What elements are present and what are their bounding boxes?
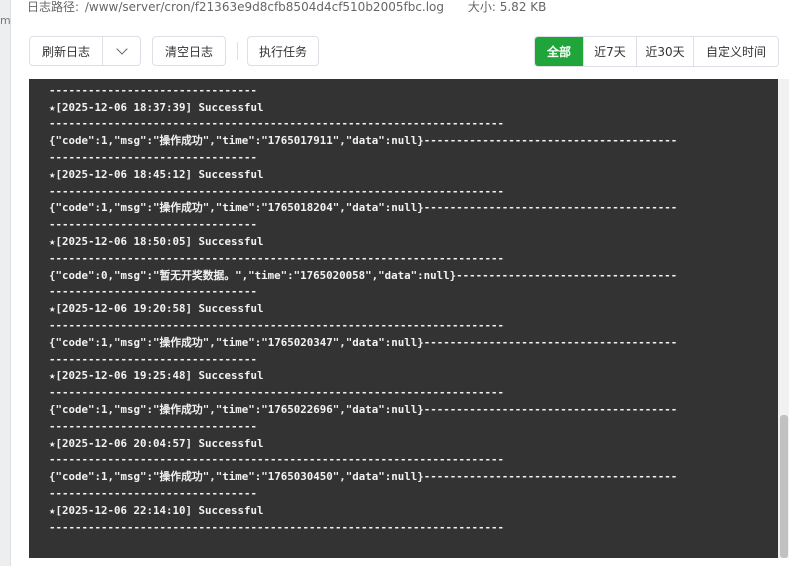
log-line: {"code":1,"msg":"操作成功","time":"176503045… xyxy=(49,470,678,484)
log-size-value: 5.82 KB xyxy=(499,0,547,14)
run-task-button[interactable]: 执行任务 xyxy=(247,36,319,66)
left-sidebar-edge: m xyxy=(0,0,11,566)
log-line: ----------------------------------------… xyxy=(49,520,505,534)
range-7-days-tab[interactable]: 近7天 xyxy=(583,37,636,66)
log-line: -------------------------------- xyxy=(49,486,258,500)
log-line: ★[2025-12-06 22:14:10] Successful xyxy=(49,503,264,517)
log-line: -------------------------------- xyxy=(49,352,258,366)
log-line: -------------------------------- xyxy=(49,285,258,299)
log-content: {"code":0,"msg":"暂无开奖数据。","time":"176501… xyxy=(49,79,769,536)
range-30-days-tab[interactable]: 近30天 xyxy=(636,37,693,66)
refresh-log-button[interactable]: 刷新日志 xyxy=(30,37,103,65)
log-path-label: 日志路径: xyxy=(27,0,80,14)
toolbar-divider xyxy=(237,42,238,60)
log-line: ★[2025-12-06 20:04:57] Successful xyxy=(49,436,264,450)
range-custom-tab[interactable]: 自定义时间 xyxy=(693,37,778,66)
log-scrollbar-thumb[interactable] xyxy=(780,415,788,558)
log-line: ----------------------------------------… xyxy=(49,184,505,198)
log-line: ★[2025-12-06 19:25:48] Successful xyxy=(49,369,264,383)
log-line: {"code":0,"msg":"暂无开奖数据。","time":"176502… xyxy=(49,268,678,282)
chevron-down-icon xyxy=(115,43,128,55)
range-all-tab[interactable]: 全部 xyxy=(535,37,583,66)
log-line: {"code":1,"msg":"操作成功","time":"176501820… xyxy=(49,201,678,215)
log-path-value: /www/server/cron/f21363e9d8cfb8504d4cf51… xyxy=(84,0,445,14)
log-line: {"code":1,"msg":"操作成功","time":"176502269… xyxy=(49,402,678,416)
log-line: ----------------------------------------… xyxy=(49,117,505,131)
log-line: ★[2025-12-06 18:50:05] Successful xyxy=(49,234,264,248)
log-line: ----------------------------------------… xyxy=(49,251,505,265)
refresh-log-split-button: 刷新日志 xyxy=(29,36,141,66)
time-range-filter: 全部 近7天 近30天 自定义时间 xyxy=(534,36,779,67)
log-output-panel[interactable]: {"code":0,"msg":"暂无开奖数据。","time":"176501… xyxy=(29,79,778,558)
log-line: ----------------------------------------… xyxy=(49,453,505,467)
refresh-options-dropdown[interactable] xyxy=(103,37,140,65)
log-line: {"code":1,"msg":"操作成功","time":"176501791… xyxy=(49,134,678,148)
log-line: ----------------------------------------… xyxy=(49,318,505,332)
log-size-label: 大小: xyxy=(467,0,496,14)
clear-log-button[interactable]: 清空日志 xyxy=(152,36,226,66)
log-line: ★[2025-12-06 18:45:12] Successful xyxy=(49,167,264,181)
log-line: ----------------------------------------… xyxy=(49,386,505,400)
log-info-bar: 日志路径: /www/server/cron/f21363e9d8cfb8504… xyxy=(27,0,546,16)
log-line: {"code":1,"msg":"操作成功","time":"176502034… xyxy=(49,335,678,349)
log-line: ★[2025-12-06 19:20:58] Successful xyxy=(49,302,264,316)
log-line: -------------------------------- xyxy=(49,419,258,433)
log-line: ★[2025-12-06 18:37:39] Successful xyxy=(49,100,264,114)
log-line: -------------------------------- xyxy=(49,83,258,97)
log-line: -------------------------------- xyxy=(49,150,258,164)
log-line: -------------------------------- xyxy=(49,218,258,232)
